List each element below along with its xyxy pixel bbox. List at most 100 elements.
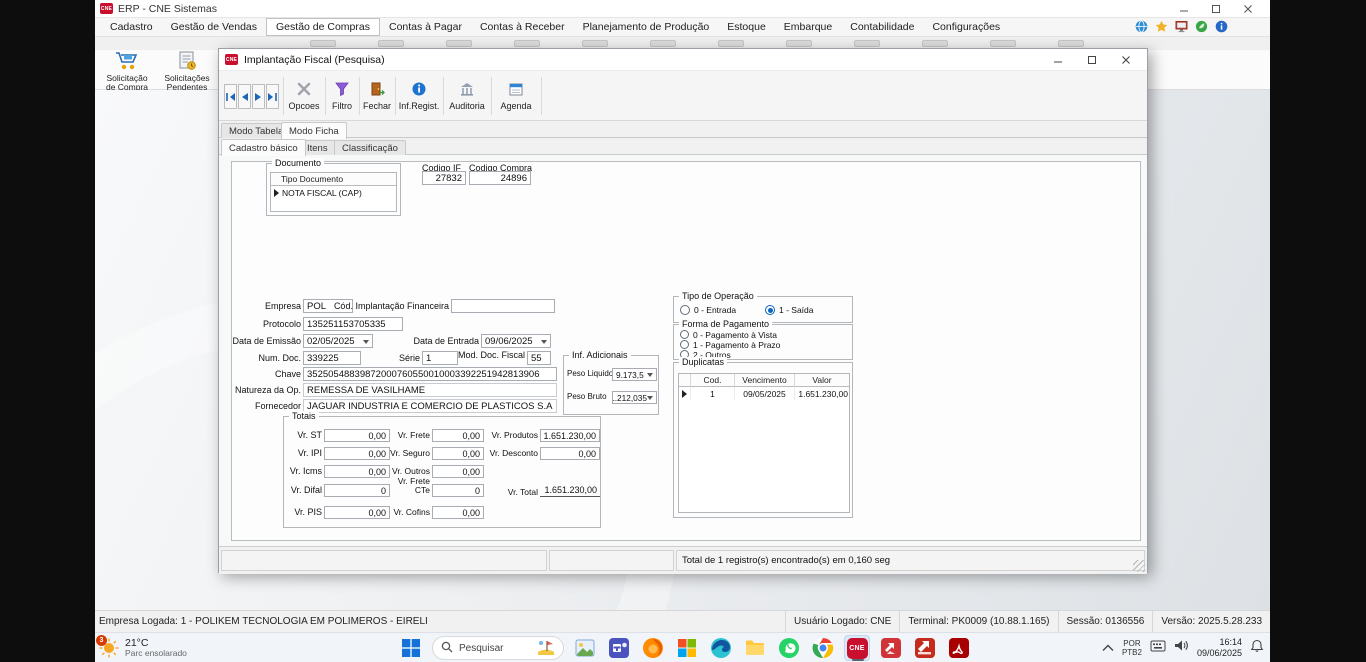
vr-ipi-field[interactable]: 0,00 [324, 447, 390, 460]
file-explorer-icon[interactable] [742, 635, 768, 661]
chevron-down-icon[interactable] [647, 373, 653, 380]
protocolo-field[interactable]: 135251153705335 [303, 317, 403, 331]
previous-record-button[interactable] [238, 84, 251, 109]
radio-entrada[interactable]: 0 - Entrada [680, 305, 736, 315]
dialog-close-button[interactable] [1109, 49, 1143, 71]
data-emissao-combo[interactable]: 02/05/2025 [303, 334, 373, 348]
first-record-button[interactable] [224, 84, 237, 109]
vr-cofins-field[interactable]: 0,00 [432, 506, 484, 519]
remote-app-2-icon[interactable] [912, 635, 938, 661]
vr-seguro-field[interactable]: 0,00 [432, 447, 484, 460]
inf-regist-button[interactable]: Inf.Regist. [397, 74, 441, 118]
peso-bruto-field[interactable]: 1.212,035 [612, 391, 657, 404]
filtro-button[interactable]: Filtro [327, 74, 357, 118]
chevron-down-icon[interactable] [647, 396, 653, 403]
photos-icon[interactable] [572, 635, 598, 661]
vr-icms-field[interactable]: 0,00 [324, 465, 390, 478]
tipo-documento-row[interactable]: NOTA FISCAL (CAP) [282, 186, 396, 199]
firefox-icon[interactable] [640, 635, 666, 661]
teams-icon[interactable] [606, 635, 632, 661]
last-record-button[interactable] [266, 84, 279, 109]
vr-produtos-field[interactable]: 1.651.230,00 [540, 429, 600, 442]
data-entrada-combo[interactable]: 09/06/2025 [481, 334, 551, 348]
menu-estoque[interactable]: Estoque [718, 18, 775, 36]
opcoes-button[interactable]: Opcoes [285, 74, 323, 118]
vr-difal-field[interactable]: 0 [324, 484, 390, 497]
search-input[interactable]: Pesquisar [432, 636, 564, 660]
vr-pis-field[interactable]: 0,00 [324, 506, 390, 519]
peso-liquido-field[interactable]: 9.173,5 [612, 368, 657, 381]
vr-frete-cte-field[interactable]: 0 [432, 484, 484, 497]
clock[interactable]: 16:14 09/06/2025 [1197, 637, 1242, 660]
vr-outros-field[interactable]: 0,00 [432, 465, 484, 478]
language-indicator[interactable]: POR PTB2 [1122, 639, 1142, 657]
dialog-minimize-button[interactable] [1041, 49, 1075, 71]
radio-pagamento-prazo[interactable]: 1 - Pagamento à Prazo [680, 340, 780, 349]
radio-icon[interactable] [680, 340, 689, 349]
radio-icon[interactable] [680, 330, 689, 339]
resize-grip[interactable] [1133, 560, 1145, 572]
menu-contas-a-receber[interactable]: Contas à Receber [471, 18, 574, 36]
menu-contas-a-pagar[interactable]: Contas à Pagar [380, 18, 471, 36]
radio-icon[interactable] [765, 305, 775, 315]
menu-embarque[interactable]: Embarque [775, 18, 841, 36]
menu-contabilidade[interactable]: Contabilidade [841, 18, 923, 36]
radio-saida[interactable]: 1 - Saída [765, 305, 814, 315]
bing-daily-icon[interactable] [537, 638, 555, 659]
vr-desconto-field[interactable]: 0,00 [540, 447, 600, 460]
num-doc-field[interactable]: 339225 [303, 351, 361, 365]
solicitacao-de-compra-button[interactable]: Solicitação de Compra [97, 51, 157, 89]
codigo-if-field[interactable]: 27832 [422, 171, 466, 185]
chave-field[interactable]: 3525054883987200076055001000339225194281… [303, 367, 557, 381]
menu-gestao-de-compras[interactable]: Gestão de Compras [266, 18, 380, 36]
menu-gestao-de-vendas[interactable]: Gestão de Vendas [162, 18, 266, 36]
radio-pagamento-vista[interactable]: 0 - Pagamento à Vista [680, 330, 777, 339]
tray-expand-icon[interactable] [1102, 639, 1114, 657]
radio-icon[interactable] [680, 305, 690, 315]
codigo-compra-field[interactable]: 24896 [469, 171, 531, 185]
vr-frete-field[interactable]: 0,00 [432, 429, 484, 442]
remote-app-icon[interactable] [878, 635, 904, 661]
leaf-icon[interactable] [1195, 20, 1208, 38]
menu-planejamento-de-producao[interactable]: Planejamento de Produção [574, 18, 719, 36]
info-icon[interactable] [1215, 20, 1228, 38]
dialog-titlebar[interactable]: CNE Implantação Fiscal (Pesquisa) [219, 49, 1147, 71]
tab-modo-ficha[interactable]: Modo Ficha [281, 122, 347, 139]
auditoria-button[interactable]: Auditoria [445, 74, 489, 118]
natureza-op-field[interactable]: REMESSA DE VASILHAME [303, 383, 557, 397]
minimize-button[interactable] [1168, 0, 1200, 18]
whatsapp-icon[interactable] [776, 635, 802, 661]
tab-classificacao[interactable]: Classificação [334, 140, 406, 155]
chevron-down-icon[interactable] [541, 340, 547, 347]
start-button[interactable] [398, 635, 424, 661]
chrome-icon[interactable] [810, 635, 836, 661]
fechar-button[interactable]: Fechar [361, 74, 393, 118]
vr-st-field[interactable]: 0,00 [324, 429, 390, 442]
cod-implantacao-financeira-field[interactable] [451, 299, 555, 313]
globe-icon[interactable] [1135, 20, 1148, 38]
fornecedor-field[interactable]: JAGUAR INDUSTRIA E COMERCIO DE PLASTICOS… [303, 399, 557, 413]
agenda-button[interactable]: Agenda [493, 74, 539, 118]
tab-cadastro-basico[interactable]: Cadastro básico [221, 139, 306, 156]
menu-configuracoes[interactable]: Configurações [923, 18, 1009, 36]
duplicata-valor-cell[interactable]: 1.651.230,00 [795, 387, 849, 400]
dialog-maximize-button[interactable] [1075, 49, 1109, 71]
duplicata-vencimento-cell[interactable]: 09/05/2025 [735, 387, 795, 400]
acrobat-icon[interactable] [946, 635, 972, 661]
star-icon[interactable] [1155, 20, 1168, 38]
edge-icon[interactable] [708, 635, 734, 661]
touch-keyboard-icon[interactable] [1150, 639, 1166, 657]
weather-widget[interactable]: 3 21°C Parc ensolarado [99, 635, 187, 661]
monitor-icon[interactable] [1175, 20, 1188, 38]
mod-doc-fiscal-field[interactable]: 55 [527, 351, 551, 365]
close-button[interactable] [1232, 0, 1264, 18]
office-icon[interactable] [674, 635, 700, 661]
maximize-button[interactable] [1200, 0, 1232, 18]
menu-cadastro[interactable]: Cadastro [101, 18, 162, 36]
notification-bell-icon[interactable] [1250, 639, 1264, 658]
next-record-button[interactable] [252, 84, 265, 109]
solicitacoes-pendentes-button[interactable]: Solicitações Pendentes [157, 51, 217, 89]
cne-erp-taskbar-icon[interactable]: CNE [844, 635, 870, 661]
serie-field[interactable]: 1 [422, 351, 458, 365]
chevron-down-icon[interactable] [363, 340, 369, 347]
